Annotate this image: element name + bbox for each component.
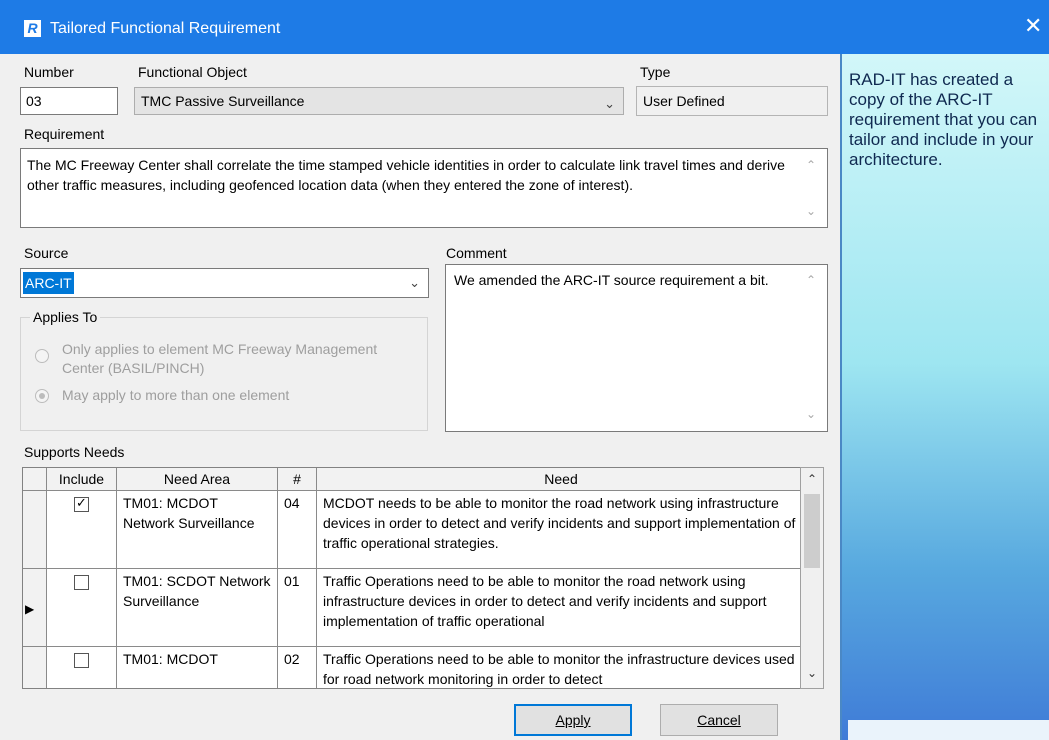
comment-textarea[interactable]: We amended the ARC-IT source requirement… (445, 264, 828, 432)
help-text: RAD-IT has created a copy of the ARC-IT … (849, 70, 1038, 169)
supports-needs-label: Supports Needs (24, 444, 125, 460)
needs-grid-scrollbar[interactable]: ⌃ ⌄ (800, 467, 824, 689)
row-header[interactable]: ▶ (23, 569, 47, 647)
help-side-panel: RAD-IT has created a copy of the ARC-IT … (840, 54, 1049, 740)
comment-text: We amended the ARC-IT source requirement… (454, 272, 769, 288)
number-field[interactable]: 03 (20, 87, 118, 115)
table-cell-need: Traffic Operations need to be able to mo… (317, 647, 804, 688)
source-dropdown[interactable]: ARC-IT ⌄ (20, 268, 429, 298)
table-cell-need-area: TM01: MCDOT (117, 647, 278, 688)
window-title: Tailored Functional Requirement (50, 20, 281, 37)
chevron-down-icon: ⌄ (604, 96, 615, 111)
applies-only-radio[interactable] (35, 349, 49, 363)
source-label: Source (24, 245, 69, 261)
column-header-need[interactable]: Need (317, 468, 804, 491)
close-icon[interactable]: ✕ (1024, 15, 1042, 37)
column-header-need-area[interactable]: Need Area (117, 468, 278, 491)
table-cell-number: 01 (278, 569, 317, 647)
table-cell-need-area: TM01: SCDOT Network Surveillance (117, 569, 278, 647)
functional-object-label: Functional Object (138, 64, 247, 80)
functional-object-dropdown[interactable]: TMC Passive Surveillance ⌄ (134, 87, 624, 115)
apply-button[interactable]: Apply (514, 704, 632, 736)
scroll-up-icon[interactable]: ⌃ (806, 273, 816, 287)
functional-object-value: TMC Passive Surveillance (141, 93, 305, 109)
chevron-down-icon: ⌄ (409, 275, 420, 290)
number-label: Number (24, 64, 74, 80)
row-header[interactable] (23, 647, 47, 688)
grid-corner (23, 468, 47, 491)
app-logo-icon: R (24, 20, 41, 37)
bottom-strip (848, 720, 1049, 740)
scroll-down-icon[interactable]: ⌄ (806, 407, 816, 421)
table-row-include (47, 647, 117, 688)
table-cell-need-area: TM01: MCDOT Network Surveillance (117, 491, 278, 569)
requirement-text: The MC Freeway Center shall correlate th… (27, 157, 785, 193)
table-cell-need: Traffic Operations need to be able to mo… (317, 569, 804, 647)
include-checkbox[interactable]: ✓ (74, 495, 89, 512)
requirement-label: Requirement (24, 126, 105, 142)
table-cell-number: 04 (278, 491, 317, 569)
checkmark-icon: ✓ (76, 495, 87, 510)
include-checkbox[interactable] (74, 653, 89, 668)
applies-many-radio[interactable] (35, 389, 49, 403)
type-field: User Defined (636, 86, 828, 116)
table-row-include (47, 569, 117, 647)
scroll-down-icon[interactable]: ⌄ (806, 204, 816, 218)
scroll-down-icon[interactable]: ⌄ (807, 666, 817, 680)
current-row-arrow-icon: ▶ (25, 602, 35, 616)
table-row-include: ✓ (47, 491, 117, 569)
cancel-button[interactable]: Cancel (660, 704, 778, 736)
applies-only-label: Only applies to element MC Freeway Manag… (62, 341, 378, 376)
scroll-up-icon[interactable]: ⌃ (807, 472, 817, 486)
column-header-include[interactable]: Include (47, 468, 117, 491)
column-header-number[interactable]: # (278, 468, 317, 491)
include-checkbox[interactable] (74, 575, 89, 590)
applies-to-legend: Applies To (30, 309, 101, 325)
row-header[interactable] (23, 491, 47, 569)
scrollbar-thumb[interactable] (804, 494, 820, 568)
title-bar: R Tailored Functional Requirement ✕ (0, 0, 1049, 54)
cancel-button-label: Cancel (697, 712, 741, 728)
scroll-up-icon[interactable]: ⌃ (806, 158, 816, 172)
type-label: Type (640, 64, 671, 80)
comment-label: Comment (446, 245, 507, 261)
applies-many-label: May apply to more than one element (62, 387, 290, 403)
apply-button-label: Apply (555, 712, 591, 728)
table-cell-need: MCDOT needs to be able to monitor the ro… (317, 491, 804, 569)
source-value: ARC-IT (23, 272, 74, 294)
needs-grid: Include Need Area # Need ▶ ✓ TM01: MCDOT… (22, 467, 805, 689)
table-cell-number: 02 (278, 647, 317, 688)
requirement-textarea[interactable]: The MC Freeway Center shall correlate th… (20, 148, 828, 228)
